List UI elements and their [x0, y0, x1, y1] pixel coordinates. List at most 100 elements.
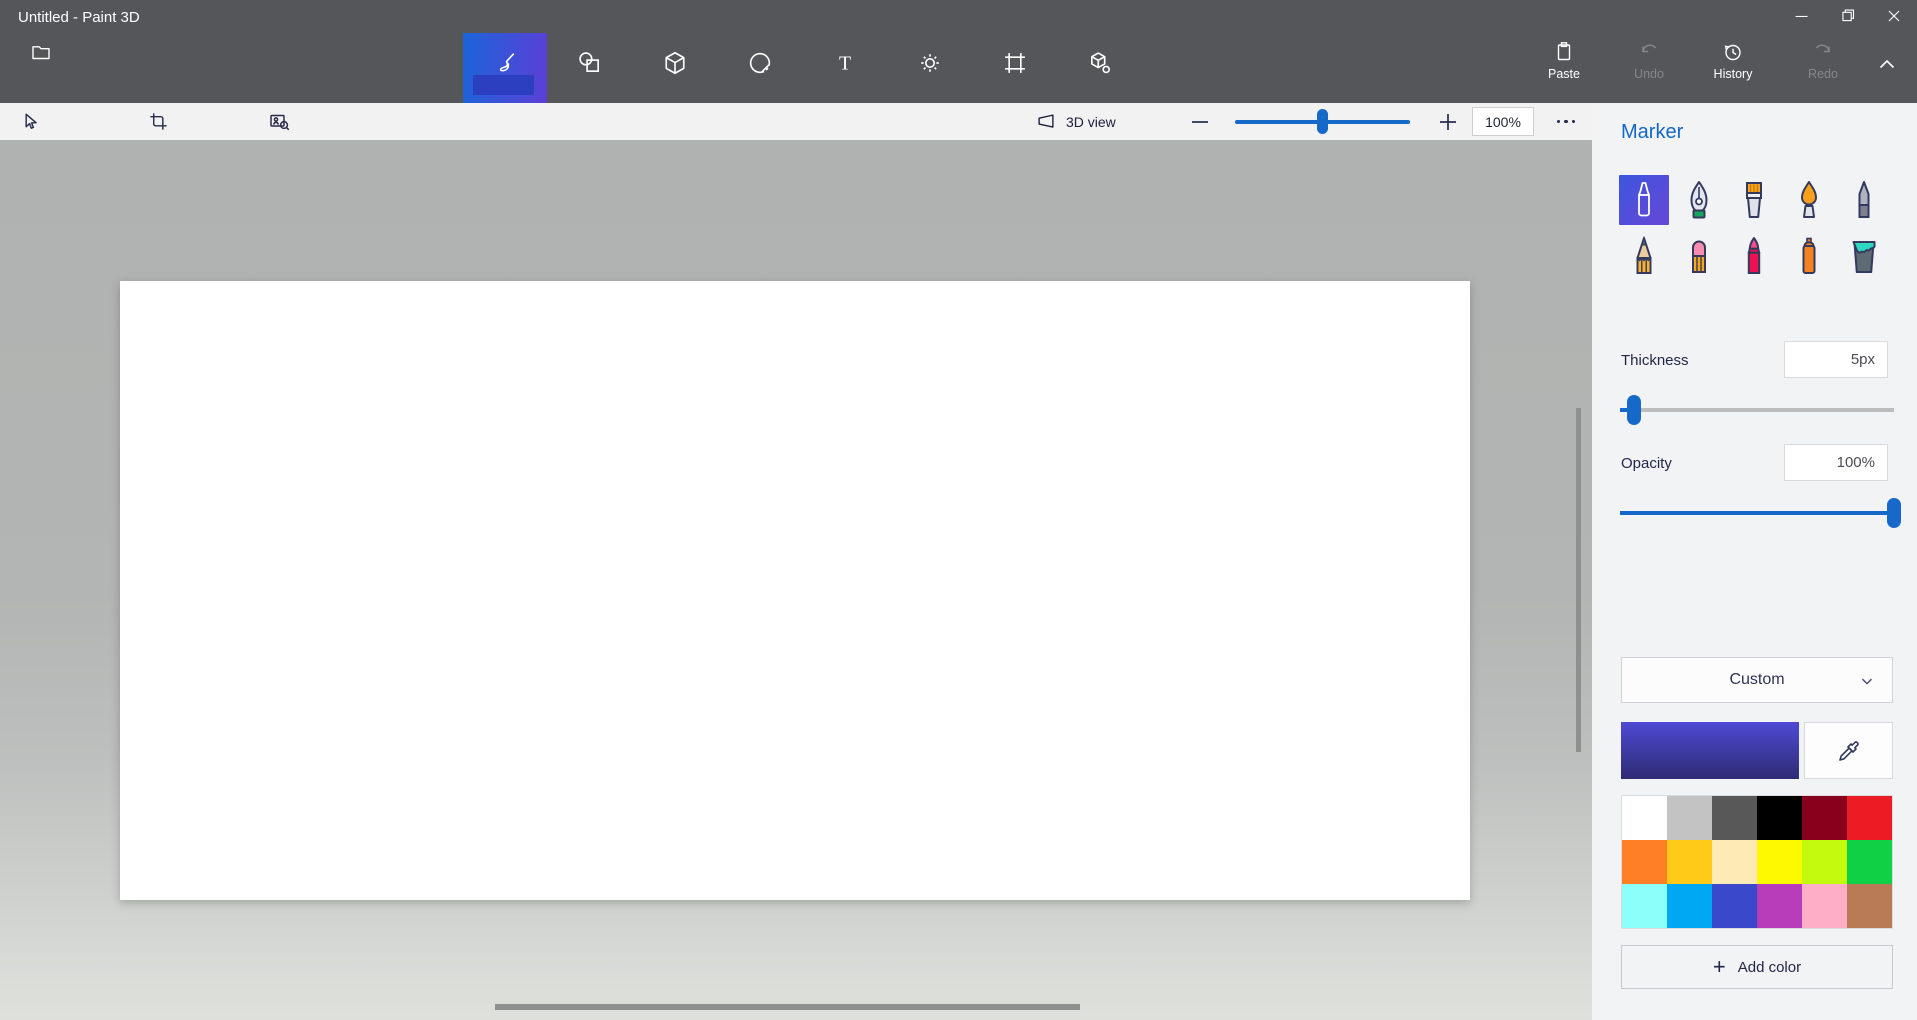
chevron-down-icon: [1862, 678, 1872, 685]
more-options-button[interactable]: [1545, 104, 1587, 139]
history-clock-icon: [1724, 44, 1741, 61]
tab-3d-shapes[interactable]: [633, 33, 717, 103]
zoom-slider[interactable]: [1235, 109, 1410, 134]
palette-dropdown[interactable]: Custom: [1621, 657, 1893, 703]
pixel-pen-icon: [1858, 181, 1870, 218]
opacity-slider[interactable]: [1620, 498, 1901, 528]
magic-select-icon: [270, 114, 290, 130]
tab-stickers[interactable]: [718, 33, 802, 103]
window-controls: [1779, 0, 1917, 32]
palette-swatch[interactable]: [1667, 796, 1712, 840]
paintbrush-icon: [499, 53, 515, 72]
opacity-slider-thumb[interactable]: [1887, 498, 1901, 528]
close-icon: [1888, 10, 1900, 22]
minus-icon: [1192, 120, 1208, 123]
minimize-icon: [1795, 15, 1808, 18]
text-icon: T: [839, 52, 851, 74]
current-color-swatch[interactable]: [1621, 722, 1799, 779]
pencil-icon: [1636, 236, 1652, 274]
brushes-selection-accent: [473, 75, 534, 95]
tab-effects[interactable]: [888, 33, 972, 103]
palette-swatch[interactable]: [1802, 884, 1847, 928]
vertical-scrollbar[interactable]: [1576, 408, 1581, 752]
redo-button[interactable]: Redo: [1793, 40, 1853, 81]
3d-library-icon: [1091, 52, 1111, 74]
brush-marker[interactable]: [1619, 175, 1669, 225]
magic-select-button[interactable]: [260, 104, 300, 139]
close-button[interactable]: [1871, 0, 1917, 32]
undo-button[interactable]: Undo: [1619, 40, 1679, 81]
thickness-slider-track[interactable]: [1620, 408, 1894, 412]
palette-swatch[interactable]: [1622, 840, 1667, 884]
zoom-out-button[interactable]: [1180, 104, 1220, 139]
brush-calligraphy-pen[interactable]: [1674, 175, 1724, 225]
thickness-slider-thumb[interactable]: [1626, 395, 1641, 425]
brush-oil[interactable]: [1729, 175, 1779, 225]
zoom-in-button[interactable]: [1428, 104, 1468, 139]
plus-icon: [1440, 113, 1456, 130]
horizontal-scrollbar[interactable]: [495, 1004, 1080, 1010]
paste-button[interactable]: Paste: [1534, 40, 1594, 81]
palette-swatch[interactable]: [1847, 796, 1892, 840]
spray-can-icon: [1802, 237, 1816, 274]
3d-view-button[interactable]: 3D view: [1035, 104, 1116, 139]
brush-eraser[interactable]: [1674, 231, 1724, 281]
tab-canvas[interactable]: [973, 33, 1057, 103]
brush-spray-can[interactable]: [1784, 231, 1834, 281]
palette-swatch[interactable]: [1712, 884, 1757, 928]
zoom-percentage[interactable]: 100%: [1472, 107, 1534, 136]
zoom-slider-thumb[interactable]: [1317, 109, 1328, 134]
3d-view-label: 3D view: [1066, 113, 1116, 130]
brush-pixel-pen[interactable]: [1839, 175, 1889, 225]
brush-grid: [1619, 175, 1889, 281]
thickness-input[interactable]: 5px: [1784, 341, 1888, 378]
brush-crayon[interactable]: [1729, 231, 1779, 281]
palette-swatch[interactable]: [1847, 840, 1892, 884]
tab-brushes[interactable]: [463, 33, 547, 103]
restore-button[interactable]: [1825, 0, 1871, 32]
color-palette: [1621, 795, 1893, 929]
svg-text:T: T: [839, 52, 851, 74]
thickness-label: Thickness: [1621, 352, 1689, 369]
minimize-button[interactable]: [1779, 0, 1825, 32]
add-color-button[interactable]: + Add color: [1621, 945, 1893, 989]
palette-swatch[interactable]: [1802, 796, 1847, 840]
tool-tabs: T: [463, 33, 1142, 103]
watercolor-icon: [1801, 181, 1817, 218]
palette-swatch[interactable]: [1847, 884, 1892, 928]
redo-icon: [1815, 44, 1830, 53]
palette-swatch[interactable]: [1622, 796, 1667, 840]
palette-swatch[interactable]: [1712, 840, 1757, 884]
palette-swatch[interactable]: [1757, 796, 1802, 840]
crop-tool-button[interactable]: [138, 104, 178, 139]
undo-label: Undo: [1634, 67, 1664, 81]
collapse-ribbon-button[interactable]: [1866, 46, 1908, 84]
folder-menu-icon: [32, 46, 50, 60]
brush-watercolor[interactable]: [1784, 175, 1834, 225]
thickness-slider[interactable]: [1620, 395, 1894, 425]
paint3d-window: Untitled - Paint 3D T Paste Undo History…: [0, 0, 1917, 1020]
paste-clipboard-icon: [1557, 42, 1571, 61]
tab-text[interactable]: T: [803, 33, 887, 103]
eyedropper-button[interactable]: [1804, 722, 1893, 779]
palette-swatch[interactable]: [1802, 840, 1847, 884]
palette-swatch[interactable]: [1667, 840, 1712, 884]
drawing-canvas[interactable]: [120, 281, 1470, 900]
palette-swatch[interactable]: [1712, 796, 1757, 840]
secondary-toolbar: 3D view 100%: [0, 103, 1592, 140]
palette-swatch[interactable]: [1757, 840, 1802, 884]
palette-swatch[interactable]: [1667, 884, 1712, 928]
brush-fill[interactable]: [1839, 231, 1889, 281]
3d-view-flag-icon: [1038, 113, 1054, 128]
palette-swatch[interactable]: [1757, 884, 1802, 928]
crayon-icon: [1747, 237, 1761, 274]
palette-swatch[interactable]: [1622, 884, 1667, 928]
oil-brush-icon: [1746, 182, 1762, 218]
opacity-input[interactable]: 100%: [1784, 444, 1888, 481]
history-button[interactable]: History: [1703, 40, 1763, 81]
menu-button[interactable]: [22, 36, 60, 68]
tab-3d-library[interactable]: [1058, 33, 1142, 103]
select-tool-button[interactable]: [10, 104, 50, 139]
brush-pencil[interactable]: [1619, 231, 1669, 281]
tab-2d-shapes[interactable]: [548, 33, 632, 103]
